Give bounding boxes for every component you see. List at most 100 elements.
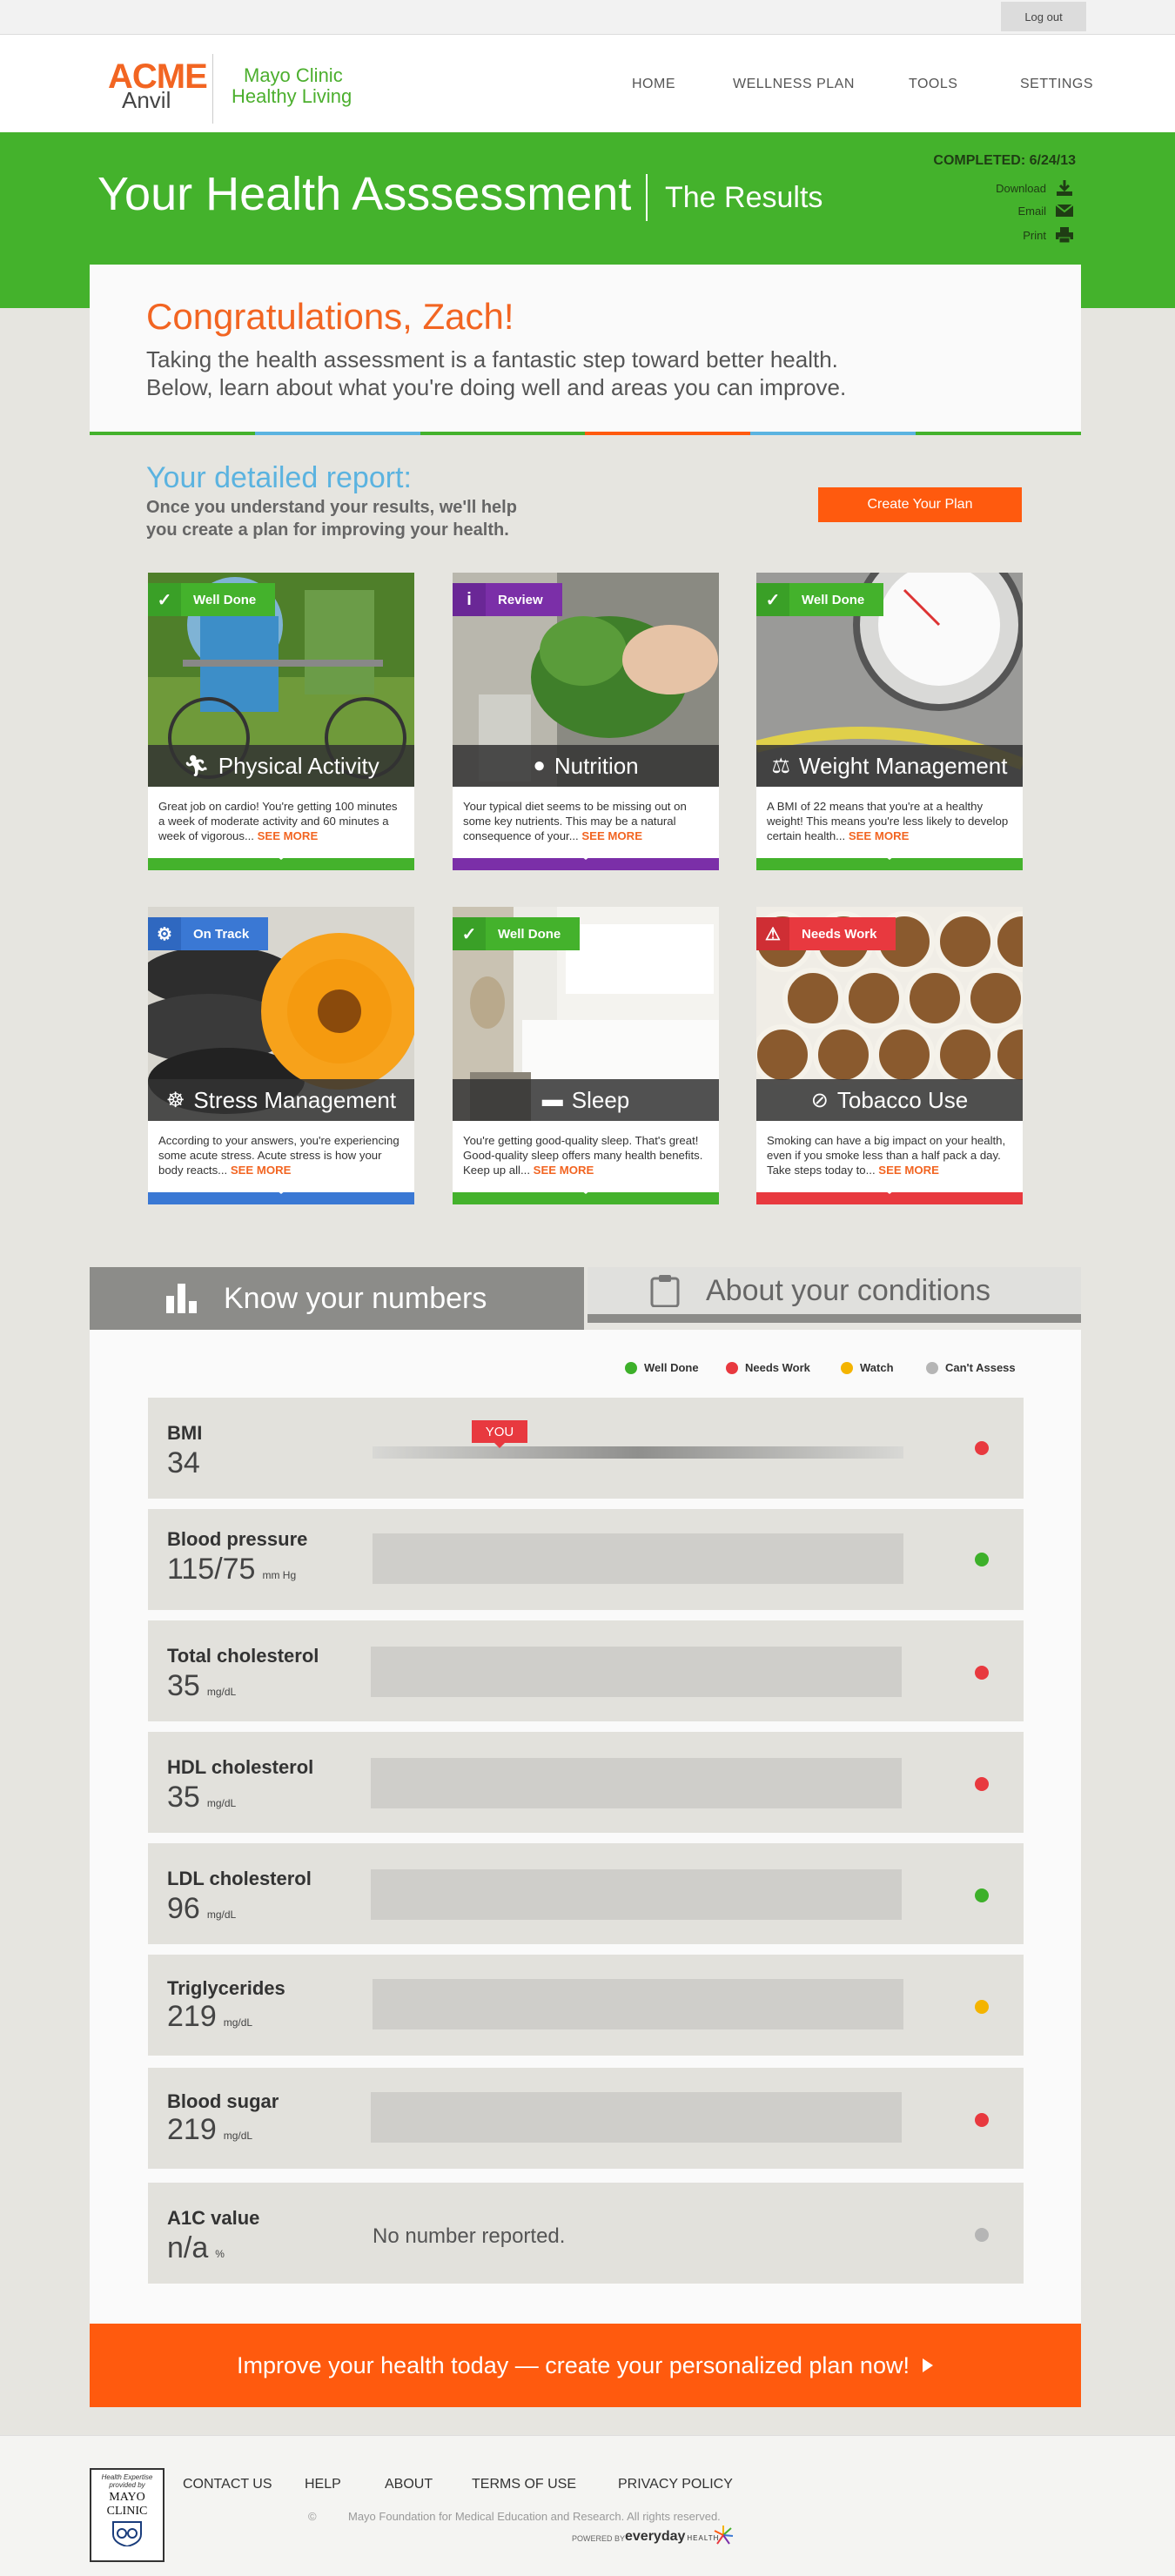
- footer-link-about[interactable]: ABOUT: [385, 2477, 433, 2492]
- clipboard-icon: [650, 1275, 680, 1307]
- topic-title: Physical Activity: [218, 752, 379, 779]
- nav-settings[interactable]: SETTINGS: [1020, 77, 1093, 92]
- expand-notch: [272, 1187, 290, 1194]
- mayo-clinic-seal: Health Expertise provided by MAYO CLINIC: [90, 2468, 164, 2562]
- status-badge: i Review: [453, 583, 562, 616]
- partner-name: Mayo Clinic: [244, 64, 343, 86]
- badge-label: On Track: [181, 917, 269, 950]
- topic-card-stress-management[interactable]: ⚙ On Track ☸︎ Stress Management According …: [148, 907, 414, 1204]
- metric-label: A1C value: [167, 2207, 260, 2229]
- metric-label: Blood sugar: [167, 2090, 279, 2112]
- see-more-link[interactable]: SEE MORE: [878, 1164, 939, 1177]
- top-strip: [0, 0, 1175, 35]
- expand-notch: [272, 853, 290, 860]
- powered-by-label: POWERED BY: [572, 2534, 626, 2543]
- expand-notch: [577, 1187, 594, 1194]
- topic-title: Stress Management: [193, 1086, 397, 1113]
- apple-icon: ●: [533, 754, 546, 777]
- print-action[interactable]: Print: [950, 226, 1074, 244]
- status-dot: [975, 1666, 989, 1680]
- metric-range-bar: [371, 2092, 902, 2143]
- metric-range-bar: [373, 1533, 903, 1584]
- greeting: Congratulations, Zach!: [146, 296, 514, 337]
- status-dot: [975, 2228, 989, 2242]
- number-row-blood-pressure[interactable]: Blood pressure 115/75 mm Hg: [148, 1509, 1024, 1610]
- status-bar: [453, 858, 719, 870]
- download-action[interactable]: Download: [950, 179, 1074, 197]
- tab-label: About your conditions: [706, 1273, 990, 1307]
- download-label: Download: [996, 181, 1046, 195]
- metric-range-bar: [371, 1647, 902, 1697]
- topic-description: Your typical diet seems to be missing ou…: [463, 800, 687, 842]
- email-label: Email: [1017, 204, 1046, 218]
- topic-card-sleep[interactable]: ✓ Well Done ▬ Sleep You're getting good-qu…: [453, 907, 719, 1204]
- expand-notch: [577, 853, 594, 860]
- brand-logo-anvil: Anvil: [122, 87, 171, 113]
- number-row-blood-sugar[interactable]: Blood sugar 219 mg/dL: [148, 2068, 1024, 2169]
- meditation-icon: ☸︎: [165, 1088, 185, 1112]
- create-plan-button[interactable]: Create Your Plan: [818, 487, 1022, 522]
- number-row-ldl-cholesterol[interactable]: LDL cholesterol 96 mg/dL: [148, 1843, 1024, 1944]
- legend-needs-work: Needs Work: [726, 1361, 810, 1374]
- topic-title: Nutrition: [554, 752, 639, 779]
- topic-card-weight-management[interactable]: ✓ Well Done ⚖︎ Weight Management A BMI of …: [756, 573, 1023, 870]
- check-icon: ✓: [453, 917, 486, 950]
- see-more-link[interactable]: SEE MORE: [231, 1164, 292, 1177]
- metric-label: Triglycerides: [167, 1977, 285, 1999]
- copyright-symbol: ©: [308, 2510, 317, 2523]
- logout-button[interactable]: Log out: [1001, 2, 1086, 31]
- email-action[interactable]: Email: [950, 203, 1074, 218]
- topic-title-band: ⚖︎ Weight Management: [756, 745, 1023, 787]
- topic-card-physical-activity[interactable]: ✓ Well Done 🏃︎ Physical Activity Great job…: [148, 573, 414, 870]
- tab-about-your-conditions[interactable]: About your conditions: [588, 1267, 1081, 1323]
- intro-text-line2: Below, learn about what you're doing wel…: [146, 374, 847, 400]
- nav-tools[interactable]: TOOLS: [909, 77, 957, 92]
- topic-title-band: ● Nutrition: [453, 745, 719, 787]
- you-marker-pointer: [494, 1443, 505, 1448]
- see-more-link[interactable]: SEE MORE: [534, 1164, 594, 1177]
- topic-card-tobacco-use[interactable]: ⚠ Needs Work ⊘ Tobacco Use Smoking can hav…: [756, 907, 1023, 1204]
- see-more-link[interactable]: SEE MORE: [258, 829, 319, 842]
- metric-label: BMI: [167, 1422, 203, 1444]
- topic-card-nutrition[interactable]: i Review ● Nutrition Your typical diet see…: [453, 573, 719, 870]
- cta-label: Improve your health today — create your …: [237, 2351, 910, 2378]
- tab-label: Know your numbers: [224, 1281, 487, 1315]
- color-divider: [90, 432, 1081, 435]
- everyday-health-logo: everyday HEALTH: [625, 2529, 720, 2544]
- status-dot: [975, 1777, 989, 1791]
- metric-label: Total cholesterol: [167, 1645, 319, 1667]
- metric-value: n/a%: [167, 2231, 225, 2264]
- footer-link-contact-us[interactable]: CONTACT US: [183, 2477, 272, 2492]
- metric-value: 96 mg/dL: [167, 1892, 237, 1925]
- nav-wellness-plan[interactable]: WELLNESS PLAN: [733, 77, 855, 92]
- status-dot: [975, 2113, 989, 2127]
- badge-label: Needs Work: [789, 917, 896, 950]
- footer-link-terms-of-use[interactable]: TERMS OF USE: [472, 2477, 576, 2492]
- tab-know-your-numbers[interactable]: Know your numbers: [90, 1267, 584, 1330]
- legend-dot: [926, 1361, 938, 1374]
- status-dot: [975, 1441, 989, 1455]
- create-plan-cta-banner[interactable]: Improve your health today — create your …: [90, 2324, 1081, 2407]
- mayo-shield-icon: [112, 2521, 142, 2548]
- footer-link-help[interactable]: HELP: [305, 2477, 341, 2492]
- logo-divider: [212, 54, 213, 124]
- number-row-bmi[interactable]: BMI 34 YOU: [148, 1398, 1024, 1499]
- no-number-note: No number reported.: [373, 2224, 566, 2248]
- number-row-a1c-value[interactable]: A1C value n/a% No number reported.: [148, 2183, 1024, 2284]
- everyday-health-burst-icon: [714, 2526, 734, 2545]
- metric-value: 219 mg/dL: [167, 2113, 253, 2146]
- see-more-link[interactable]: SEE MORE: [581, 829, 642, 842]
- number-row-triglycerides[interactable]: Triglycerides 219 mg/dL: [148, 1955, 1024, 2056]
- status-badge: ⚙ On Track: [148, 917, 269, 950]
- topic-description: Smoking can have a big impact on your he…: [767, 1134, 1006, 1177]
- legend-dot: [726, 1361, 738, 1374]
- report-heading: Your detailed report:: [146, 461, 412, 494]
- number-row-hdl-cholesterol[interactable]: HDL cholesterol 35 mg/dL: [148, 1732, 1024, 1833]
- topic-title-band: ⊘ Tobacco Use: [756, 1079, 1023, 1121]
- nav-home[interactable]: HOME: [632, 77, 675, 92]
- number-row-total-cholesterol[interactable]: Total cholesterol 35 mg/dL: [148, 1620, 1024, 1721]
- footer-link-privacy-policy[interactable]: PRIVACY POLICY: [618, 2477, 733, 2492]
- see-more-link[interactable]: SEE MORE: [849, 829, 910, 842]
- download-icon: [1057, 180, 1072, 196]
- topic-title-band: ☸︎ Stress Management: [148, 1079, 414, 1121]
